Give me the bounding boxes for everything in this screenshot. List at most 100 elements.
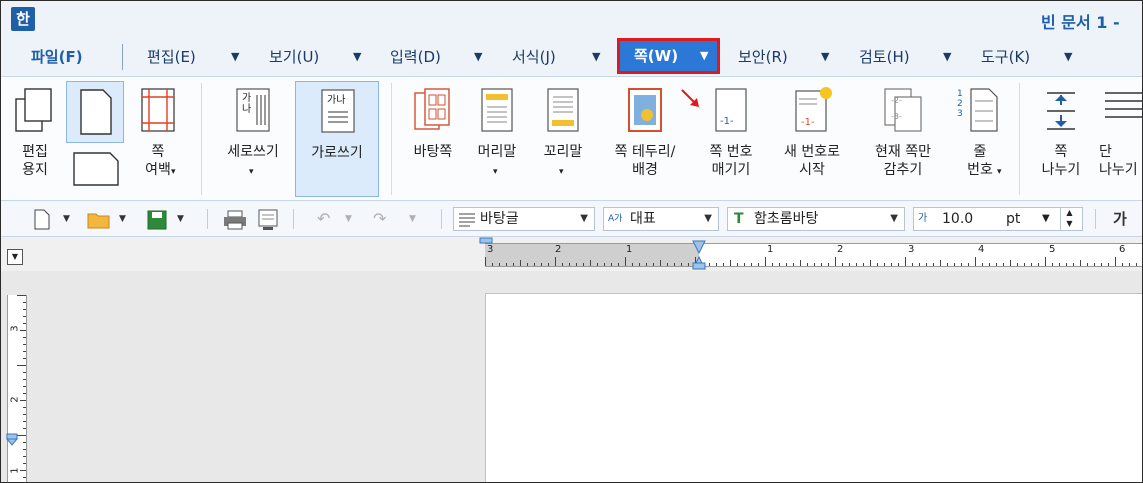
open-folder-icon[interactable] xyxy=(87,211,111,229)
line-number-button[interactable]: 1 2 3 줄 번호 ▾ xyxy=(951,81,1009,193)
new-number-glyph: -1- xyxy=(801,117,815,128)
menu-format-arrow-icon[interactable]: ▼ xyxy=(592,45,600,69)
menu-view[interactable]: 보기(U) xyxy=(269,45,319,69)
toolbar-divider xyxy=(1095,209,1096,229)
tab-indent-marker-icon[interactable] xyxy=(691,239,707,271)
menu-security-arrow-icon[interactable]: ▼ xyxy=(821,45,829,69)
vertical-indent-marker-icon[interactable] xyxy=(5,433,21,447)
font-dropdown-icon[interactable]: ▼ xyxy=(890,208,898,230)
style-value: 바탕글 xyxy=(480,211,519,227)
style-dropdown-icon[interactable]: ▼ xyxy=(580,208,588,230)
ruler-mark: 1 xyxy=(626,244,633,255)
font-size-combo[interactable]: 가 10.0 pt ▼ ▲ ▼ xyxy=(913,207,1083,231)
app-logo-icon[interactable]: 한 xyxy=(11,7,35,31)
language-combo[interactable]: A가 대표 ▼ xyxy=(603,207,719,231)
horizontal-writing-button[interactable]: 가나 가로쓰기 xyxy=(295,81,379,197)
undo-arrow-icon[interactable]: ▼ xyxy=(345,207,352,231)
document-area: ▼ 3 2 1 1 2 3 4 5 6 3 2 1 xyxy=(1,237,1142,482)
undo-icon[interactable]: ↶ xyxy=(317,207,330,231)
vertical-writing-icon xyxy=(236,88,270,132)
menu-insert[interactable]: 입력(D) xyxy=(390,45,441,69)
menu-tools-arrow-icon[interactable]: ▼ xyxy=(1064,45,1072,69)
landscape-page-icon xyxy=(73,152,119,186)
app-window: 한 빈 문서 1 - 파일(F) 편집(E) ▼ 보기(U) ▼ 입력(D) ▼… xyxy=(0,0,1143,483)
save-disk-icon[interactable] xyxy=(147,210,167,230)
vertical-writing-glyph: 가 나 xyxy=(242,93,252,115)
print-icon[interactable] xyxy=(223,210,247,230)
menu-tools[interactable]: 도구(K) xyxy=(981,45,1030,69)
vertical-writing-label: 세로쓰기 xyxy=(227,144,279,160)
ruler-ticks xyxy=(485,257,1137,266)
menu-review-arrow-icon[interactable]: ▼ xyxy=(943,45,951,69)
vertical-writing-button[interactable]: 가 나 세로쓰기 ▾ xyxy=(215,81,291,193)
menu-edit[interactable]: 편집(E) xyxy=(147,45,196,69)
menu-edit-arrow-icon[interactable]: ▼ xyxy=(231,45,239,69)
horizontal-ruler[interactable]: 3 2 1 1 2 3 4 5 6 xyxy=(485,243,1142,267)
landscape-button[interactable] xyxy=(66,147,124,193)
ruler-mark: 2 xyxy=(837,244,844,255)
header-button[interactable]: 머리말 ▾ xyxy=(467,81,527,193)
save-arrow-icon[interactable]: ▼ xyxy=(177,207,184,231)
ribbon-divider xyxy=(391,83,392,195)
font-size-spinner-icon[interactable]: ▲ ▼ xyxy=(1060,207,1078,231)
language-dropdown-icon[interactable]: ▼ xyxy=(704,208,712,230)
menu-bar: 파일(F) 편집(E) ▼ 보기(U) ▼ 입력(D) ▼ 서식(J) ▼ 보안… xyxy=(1,37,1142,77)
style-combo[interactable]: 바탕글 ▼ xyxy=(453,207,595,231)
menu-format[interactable]: 서식(J) xyxy=(512,45,556,69)
hide-current-page-button[interactable]: -2- -3- 현재 쪽만 감추기 xyxy=(857,81,949,193)
document-page[interactable] xyxy=(485,293,1142,482)
toolbar-divider xyxy=(293,209,294,229)
page-number-glyph: -1- xyxy=(720,116,734,127)
font-value: 함초롬바탕 xyxy=(754,211,819,227)
ruler-mark: 2 xyxy=(555,244,562,255)
footer-button[interactable]: 꼬리말 ▾ xyxy=(533,81,593,193)
menu-review[interactable]: 검토(H) xyxy=(859,45,910,69)
menu-security[interactable]: 보안(R) xyxy=(738,45,788,69)
new-document-icon[interactable] xyxy=(33,209,51,231)
left-indent-marker-icon[interactable] xyxy=(479,237,493,247)
page-number-button[interactable]: -1- 쪽 번호 매기기 xyxy=(695,81,767,193)
bold-button[interactable]: 가 xyxy=(1113,207,1127,231)
page-border-bg-label: 쪽 테두리/ 배경 xyxy=(614,144,676,178)
page-margin-arrow-icon: ▾ xyxy=(171,167,176,177)
page-break-button[interactable]: 쪽 나누기 xyxy=(1031,81,1091,193)
print-preview-icon[interactable] xyxy=(257,209,279,231)
edit-paper-label: 편집 용지 xyxy=(22,144,48,178)
font-icon: T xyxy=(734,211,744,227)
menu-insert-arrow-icon[interactable]: ▼ xyxy=(474,45,482,69)
font-combo[interactable]: T 함초롬바탕 ▼ xyxy=(727,207,905,231)
new-number-label: 새 번호로 시작 xyxy=(784,144,840,178)
page-border-bg-button[interactable]: 쪽 테두리/ 배경 xyxy=(599,81,691,193)
new-document-arrow-icon[interactable]: ▼ xyxy=(63,207,70,231)
title-bar: 한 빈 문서 1 - xyxy=(1,1,1142,37)
header-icon xyxy=(481,88,513,132)
new-number-button[interactable]: -1- 새 번호로 시작 xyxy=(771,81,853,193)
footer-icon xyxy=(547,88,579,132)
vertical-ruler[interactable]: 3 2 1 xyxy=(7,295,27,482)
background-page-icon xyxy=(414,88,450,130)
ribbon-divider xyxy=(201,83,202,195)
redo-icon[interactable]: ↷ xyxy=(373,207,386,231)
column-break-label: 단 나누기 xyxy=(1099,144,1138,178)
page-margin-button[interactable]: 쪽 여백 ▾ xyxy=(129,81,187,193)
page-border-icon xyxy=(628,88,662,132)
open-folder-arrow-icon[interactable]: ▼ xyxy=(119,207,126,231)
ruler-corner-button[interactable]: ▼ xyxy=(7,249,23,265)
menu-page-active[interactable]: 쪽(W) ▼ xyxy=(617,38,720,74)
font-size-dropdown-icon[interactable]: ▼ xyxy=(1042,208,1050,230)
toolbar-divider xyxy=(207,209,208,229)
portrait-button[interactable] xyxy=(66,81,124,143)
paragraph-style-icon xyxy=(459,213,475,227)
background-page-button[interactable]: 바탕쪽 xyxy=(401,81,465,193)
column-break-button[interactable]: 단 나누기 xyxy=(1095,81,1142,193)
language-value: 대표 xyxy=(630,211,656,227)
header-label: 머리말 xyxy=(477,144,517,160)
hide-current-page-glyph: -2- -3- xyxy=(891,96,902,121)
ruler-mark: 4 xyxy=(978,244,985,255)
menu-file[interactable]: 파일(F) xyxy=(31,45,83,69)
ruler-mark: 3 xyxy=(9,325,21,332)
redo-arrow-icon[interactable]: ▼ xyxy=(409,207,416,231)
menu-view-arrow-icon[interactable]: ▼ xyxy=(353,45,361,69)
edit-paper-button[interactable]: 편집 용지 xyxy=(9,81,61,193)
menu-page-arrow-icon[interactable]: ▼ xyxy=(700,47,708,65)
